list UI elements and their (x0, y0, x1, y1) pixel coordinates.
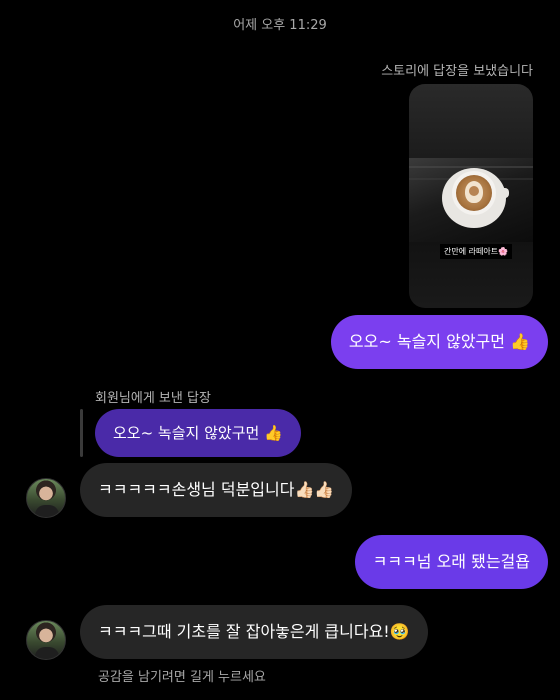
quoted-message-bubble[interactable]: 오오~ 녹슬지 않았구먼 👍 (95, 409, 301, 457)
story-photo (409, 158, 533, 242)
reply-context-label: 회원님에게 보낸 답장 (95, 391, 211, 406)
story-reply-label: 스토리에 답장을 보냈습니다 (381, 64, 533, 79)
received-message-bubble[interactable]: ㅋㅋㅋㅋㅋ손생님 덕분입니다👍🏻👍🏻 (80, 463, 353, 517)
story-thumbnail[interactable]: 간만에 라떼아트🌸 (409, 84, 533, 308)
reaction-hint: 공감을 남기려면 길게 누르세요 (98, 670, 266, 685)
latte-art (465, 181, 483, 203)
avatar[interactable] (26, 620, 66, 660)
story-caption: 간만에 라떼아트🌸 (440, 244, 513, 259)
sent-message-bubble[interactable]: 오오~ 녹슬지 않았구먼 👍 (330, 315, 548, 369)
avatar[interactable] (26, 478, 66, 518)
reply-quote-bar (80, 409, 83, 457)
message-timestamp: 어제 오후 11:29 (233, 18, 327, 33)
coffee-cup-handle (495, 188, 509, 198)
chat-screen: 어제 오후 11:29 스토리에 답장을 보냈습니다 간만에 라떼아트🌸 오오~… (0, 0, 560, 700)
sent-message-bubble[interactable]: ㅋㅋㅋ넘 오래 됐는걸욥 (354, 535, 548, 589)
received-message-bubble[interactable]: ㅋㅋㅋ그때 기초를 잘 잡아놓은게 큽니다요!🥹 (80, 605, 428, 659)
